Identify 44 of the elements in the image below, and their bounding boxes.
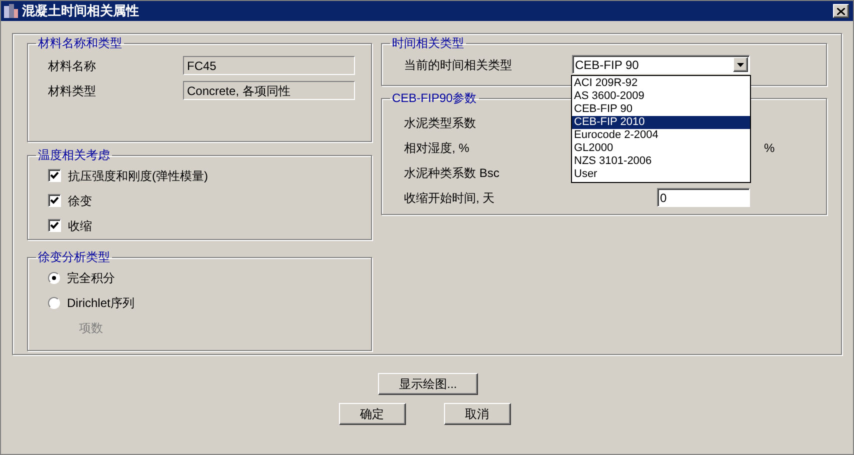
dropdown-option[interactable]: GL2000 [572, 142, 750, 155]
radio-button[interactable] [48, 296, 60, 308]
dropdown-option[interactable]: Eurocode 2-2004 [572, 129, 750, 142]
terms-label: 项数 [79, 320, 103, 336]
caret-icon [737, 62, 744, 66]
radio-label: 完全积分 [67, 270, 115, 286]
dropdown-option[interactable]: ACI 209R-92 [572, 77, 750, 90]
group-title: 时间相关类型 [391, 36, 465, 50]
checkbox[interactable] [48, 194, 61, 207]
read-only-field: FC45 [183, 56, 355, 75]
checkbox-label: 收缩 [68, 218, 92, 234]
group-title: 温度相关考虑 [37, 148, 111, 162]
dialog-button[interactable]: 确定 [338, 403, 406, 425]
close-button[interactable] [833, 4, 849, 18]
param-label: 收缩开始时间, 天 [404, 190, 495, 206]
dropdown-option[interactable]: NZS 3101-2006 [572, 155, 750, 168]
param-label: 水泥类型系数 [404, 114, 476, 132]
dropdown-option[interactable]: CEB-FIP 90 [572, 103, 750, 116]
close-icon [837, 8, 845, 14]
group-title: 材料名称和类型 [37, 36, 123, 50]
dropdown[interactable]: CEB-FIP 90 [572, 55, 750, 74]
unit-label: % [764, 140, 775, 156]
field-label: 材料名称 [48, 58, 97, 74]
field-label: 当前的时间相关类型 [404, 56, 513, 74]
param-label: 相对湿度, % [404, 140, 470, 156]
checkbox-label: 抗压强度和刚度(弹性模量) [68, 168, 208, 184]
field-label: 材料类型 [48, 82, 97, 100]
dropdown-option[interactable]: CEB-FIP 2010 [572, 116, 750, 129]
input-field[interactable]: 0 [657, 188, 750, 207]
checkbox-label: 徐变 [68, 192, 92, 210]
dropdown-option[interactable]: User [572, 168, 750, 181]
group-title: CEB-FIP90参数 [391, 91, 478, 105]
show-plot-button[interactable]: 显示绘图... [378, 373, 478, 395]
checkbox[interactable] [48, 169, 61, 182]
read-only-field: Concrete, 各项同性 [183, 81, 355, 100]
dialog-button[interactable]: 取消 [444, 403, 510, 425]
building-icon [3, 3, 19, 19]
radio-button[interactable] [48, 272, 60, 284]
radio-label: Dirichlet序列 [67, 294, 134, 312]
checkbox[interactable] [48, 219, 61, 232]
group-title: 徐变分析类型 [37, 250, 111, 264]
param-label: 水泥种类系数 Bsc [404, 164, 500, 182]
dropdown-option[interactable]: AS 3600-2009 [572, 90, 750, 103]
window-title: 混凝土时间相关属性 [22, 2, 139, 20]
